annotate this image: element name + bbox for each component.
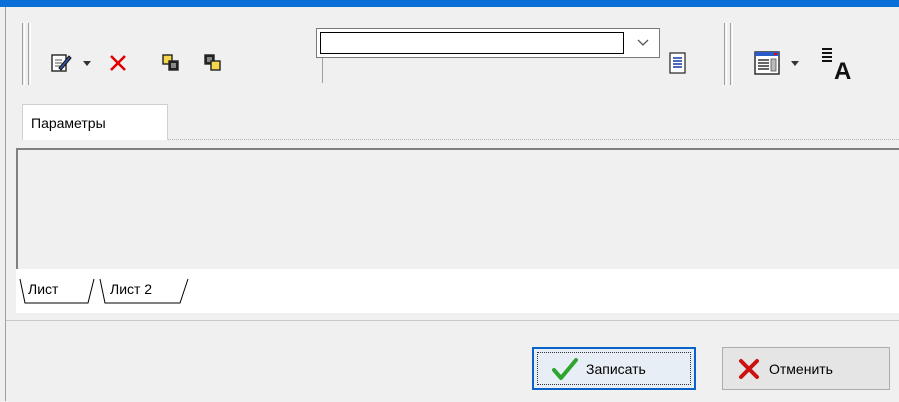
tab-divider [168,139,899,140]
tab-label: Параметры [31,114,106,131]
focus-rect [537,352,691,385]
toolbar-grip-4[interactable] [730,23,733,85]
list-button[interactable] [666,49,690,77]
combo-dropdown-button[interactable] [630,32,656,54]
sheet-tab-bar: Лист Лист 2 [16,269,899,313]
form-view-dropdown[interactable] [788,49,802,77]
copy-icon [162,54,179,71]
close-icon [739,358,759,379]
parameters-panel [16,148,899,269]
delete-icon [110,55,126,71]
paste-icon [204,54,221,71]
edit-button[interactable] [48,49,74,77]
toolbar-grip[interactable] [22,23,25,85]
paste-button[interactable] [200,49,226,77]
combo-input[interactable] [320,32,624,54]
chevron-down-icon [791,60,799,66]
sheet-tab-label: Лист 2 [110,281,153,297]
edit-dropdown[interactable] [80,49,94,77]
font-icon: A [822,48,851,83]
tab-strip: Параметры [10,101,899,141]
delete-button[interactable] [106,49,130,77]
save-button[interactable]: Записать [532,347,696,390]
sheet-tab-1[interactable]: Лист [28,277,58,301]
toolbar: A [10,13,899,93]
list-icon [669,52,686,74]
edit-icon [51,54,72,72]
cancel-label: Отменить [769,360,833,377]
search-combo[interactable] [316,28,660,58]
form-view-icon [754,51,780,75]
tab-parameters[interactable]: Параметры [22,104,168,140]
font-button[interactable]: A [816,43,856,83]
chevron-down-icon [637,39,649,46]
cancel-button[interactable]: Отменить [722,347,890,390]
chevron-down-icon [83,60,91,66]
toolbar-grip-2[interactable] [28,23,31,85]
copy-button[interactable] [158,49,184,77]
toolbar-grip-3[interactable] [724,23,727,85]
window-title-bar [0,0,899,7]
form-view-button[interactable] [752,49,782,77]
sheet-tab-2[interactable]: Лист 2 [110,277,152,301]
svg-text:A: A [834,58,851,83]
sheet-tab-label: Лист [28,281,59,297]
